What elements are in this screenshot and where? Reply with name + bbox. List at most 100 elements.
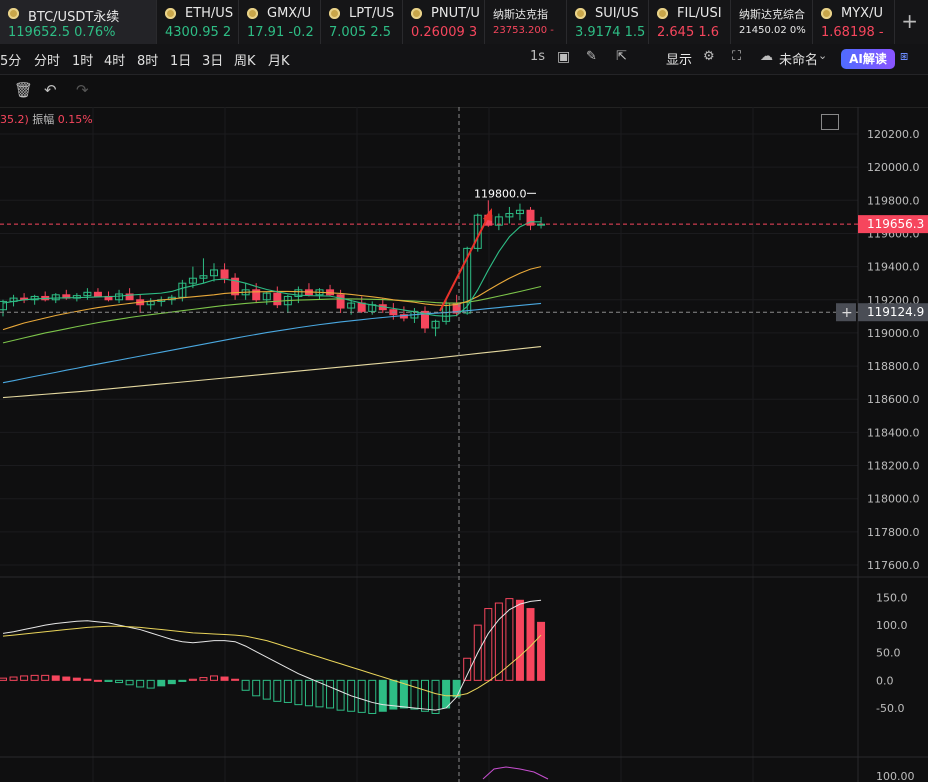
symbol-tab[interactable]: ETH/US 4300.95 2 <box>157 0 239 44</box>
macd-histogram-bar <box>283 679 292 703</box>
macd-histogram-bar <box>336 679 345 711</box>
symbol-tab[interactable]: PNUT/U 0.26009 3 <box>403 0 485 44</box>
symbol-tab[interactable]: SUI/US 3.9174 1.5 <box>567 0 649 44</box>
macd-histogram-bar <box>220 676 229 681</box>
coin-icon <box>575 8 586 19</box>
price-tick-label: 120000.0 <box>867 161 920 174</box>
macd-histogram-bar <box>178 679 187 682</box>
price-tick-label: 118600.0 <box>867 393 920 406</box>
coin-icon <box>657 8 668 19</box>
price-tick-label: 118400.0 <box>867 426 920 439</box>
coin-icon <box>165 8 176 19</box>
macd-histogram-bar <box>167 679 176 685</box>
timeframe-option[interactable]: 月K <box>268 50 290 69</box>
tab-symbol: MYX/U <box>841 6 883 21</box>
settings-gear-icon[interactable]: ⚙ <box>703 49 715 64</box>
undo-icon[interactable]: ↶ <box>44 81 57 99</box>
pencil-icon[interactable]: ✎ <box>586 49 597 64</box>
symbol-tab[interactable]: 纳斯达克指 23753.200 - <box>485 0 567 44</box>
macd-histogram-bar <box>452 679 461 698</box>
tab-price: 21450.02 0% <box>739 25 806 36</box>
macd-histogram-bar <box>494 602 503 681</box>
macd-histogram-bar <box>378 679 387 712</box>
macd-histogram-bar <box>125 679 134 686</box>
chart-tools-row: 🗑 ↶ ↷ <box>0 75 928 108</box>
price-tick-label: 117600.0 <box>867 559 920 572</box>
tab-price: 0.26009 3 <box>411 25 478 40</box>
macd-histogram-bar <box>30 674 39 681</box>
symbol-tab[interactable]: GMX/U 17.91 -0.2 <box>239 0 321 44</box>
timeframe-option[interactable]: 1时 <box>72 50 93 69</box>
symbol-tab[interactable]: LPT/US 7.005 2.5 <box>321 0 403 44</box>
macd-histogram-bar <box>326 679 335 709</box>
candle-body <box>93 291 102 297</box>
ma-blue-line <box>2 302 542 384</box>
macd-histogram-bar <box>442 679 451 709</box>
timeframe-option[interactable]: 8时 <box>137 50 158 69</box>
add-tab-button[interactable]: + <box>901 9 918 33</box>
ma-long-line <box>2 345 542 399</box>
symbol-tab[interactable]: MYX/U 1.68198 - <box>813 0 895 44</box>
tab-price: 17.91 -0.2 <box>247 25 314 40</box>
macd-histogram-bar <box>421 679 429 712</box>
symbol-tab-bar: BTC/USDT永续 119652.5 0.76% ETH/US 4300.95 2 G… <box>0 0 928 45</box>
macd-histogram-bar <box>515 599 524 681</box>
interval-selector[interactable]: 1s <box>530 49 545 64</box>
candle-body <box>220 269 229 279</box>
candle-body <box>336 294 345 309</box>
macd-histogram-bar <box>294 679 303 706</box>
ma-mid-line <box>2 266 542 331</box>
open-window-icon[interactable]: ⇱ <box>616 49 627 64</box>
ai-analysis-button[interactable]: AI解读 <box>841 49 895 69</box>
macd-histogram-bar <box>262 679 271 700</box>
timeframe-option[interactable]: 周K <box>234 50 256 69</box>
trash-icon[interactable]: 🗑 <box>14 81 33 99</box>
crosshair-price-label: 119124.9 <box>867 305 924 319</box>
redo-icon[interactable]: ↷ <box>76 81 89 99</box>
macd-tick-label: 150.0 <box>876 592 908 605</box>
timeframe-option[interactable]: 分时 <box>34 50 60 69</box>
price-chart[interactable]: 120200.0120000.0119800.0119600.0119400.0… <box>0 107 928 782</box>
macd-histogram-bar <box>93 679 102 682</box>
price-tick-label: 118200.0 <box>867 460 920 473</box>
macd-histogram-bar <box>20 675 29 681</box>
camera-icon[interactable]: ▣ <box>557 49 570 65</box>
macd-histogram-bar <box>389 679 398 710</box>
symbol-tab[interactable]: 纳斯达克综合 21450.02 0% <box>731 0 813 44</box>
tab-symbol: PNUT/U <box>431 6 480 21</box>
tab-price: 23753.200 - <box>493 25 554 36</box>
symbol-tab[interactable]: FIL/USI 2.645 1.6 <box>649 0 731 44</box>
macd-histogram-bar <box>526 608 535 681</box>
macd-histogram-bar <box>9 676 18 681</box>
timeframe-option[interactable]: 1日 <box>170 50 191 69</box>
macd-histogram-bar <box>0 677 7 681</box>
chevron-down-icon[interactable]: ⌄ <box>818 49 827 62</box>
macd-histogram-bar <box>210 675 218 681</box>
plus-icon: + <box>841 305 853 321</box>
cloud-icon[interactable]: ☁ <box>760 49 773 64</box>
tab-price: 7.005 2.5 <box>329 25 392 40</box>
macd-histogram-bar <box>51 675 60 681</box>
macd-histogram-bar <box>199 677 208 681</box>
fullscreen-icon[interactable]: ⛶ <box>732 49 741 64</box>
tab-symbol: 纳斯达克综合 <box>739 8 805 21</box>
share-icon[interactable]: ⧆ <box>900 49 908 64</box>
tab-price: 3.9174 1.5 <box>575 25 646 40</box>
timeframe-option[interactable]: 5分 <box>0 50 21 69</box>
expand-chart-icon[interactable] <box>821 114 839 130</box>
price-tick-label: 117800.0 <box>867 526 920 539</box>
macd-histogram-bar <box>315 679 324 708</box>
timeframe-option[interactable]: 3日 <box>202 50 223 69</box>
macd-histogram-bar <box>537 621 546 681</box>
amplitude-value: 0.15% <box>57 113 93 126</box>
candle-body <box>357 302 366 312</box>
coin-icon <box>8 8 19 19</box>
symbol-tab[interactable]: BTC/USDT永续 119652.5 0.76% <box>0 0 157 44</box>
price-tick-label: 118800.0 <box>867 360 920 373</box>
macd-histogram-bar <box>41 674 50 681</box>
display-menu[interactable]: 显示 <box>666 49 692 68</box>
timeframe-option[interactable]: 4时 <box>104 50 125 69</box>
bottom-indicator-line <box>482 766 549 780</box>
candle-body <box>273 292 282 306</box>
layout-name[interactable]: 未命名 <box>779 49 818 68</box>
